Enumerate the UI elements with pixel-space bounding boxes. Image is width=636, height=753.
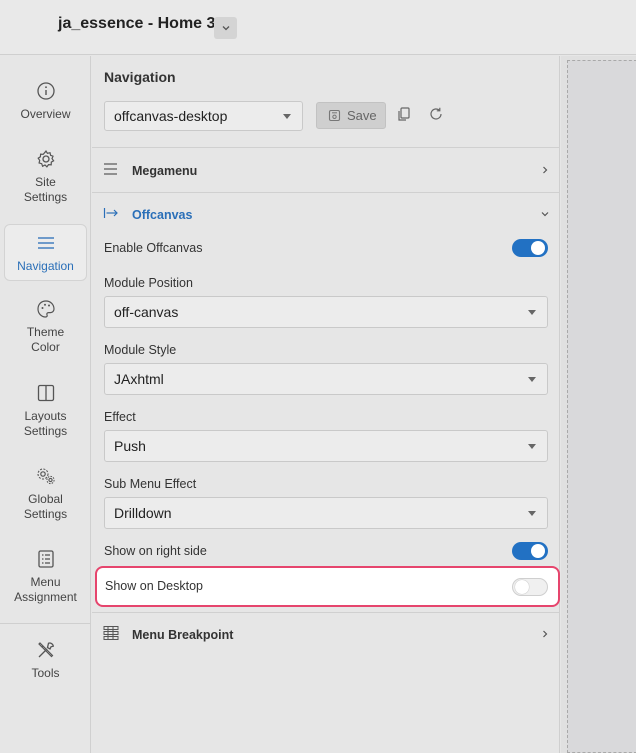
list-icon — [37, 550, 54, 568]
caret-down-icon — [528, 444, 536, 449]
right-side-toggle[interactable] — [512, 542, 548, 560]
sub-menu-effect-label: Sub Menu Effect — [104, 477, 197, 491]
sidebar-item-label: Tools — [31, 666, 60, 680]
module-style-select[interactable]: JAxhtml — [104, 363, 548, 395]
sidebar-item-label: Menu Assignment — [14, 575, 77, 604]
sidebar-item-label: Global Settings — [23, 492, 68, 521]
copy-icon[interactable] — [396, 106, 412, 122]
caret-down-icon — [528, 377, 536, 382]
save-label: Save — [347, 108, 377, 123]
palette-icon — [36, 300, 55, 318]
sidebar-item-tools[interactable]: Tools — [4, 639, 87, 681]
section-menu-breakpoint[interactable]: Menu Breakpoint — [92, 612, 560, 656]
chevron-right-icon — [543, 166, 548, 174]
caret-down-icon — [528, 511, 536, 516]
sidebar-item-label: Navigation — [17, 259, 74, 273]
show-on-desktop-toggle[interactable] — [512, 578, 548, 596]
effect-label: Effect — [104, 410, 136, 424]
save-button[interactable]: Save — [316, 102, 386, 129]
module-position-select[interactable]: off-canvas — [104, 296, 548, 328]
top-bar: ja_essence - Home 3 — [0, 0, 636, 55]
navigation-panel: Navigation offcanvas-desktop Save Megame… — [92, 56, 560, 753]
caret-down-icon — [283, 114, 291, 119]
effect-value: Push — [114, 438, 146, 454]
info-icon — [36, 82, 55, 100]
section-label: Offcanvas — [132, 208, 193, 222]
effect-select[interactable]: Push — [104, 430, 548, 462]
gears-icon — [36, 468, 55, 485]
sidebar-item-overview[interactable]: Overview — [4, 80, 87, 122]
menu-select[interactable]: offcanvas-desktop — [104, 101, 303, 131]
panel-title: Navigation — [104, 69, 176, 85]
breakpoint-icon — [103, 626, 119, 640]
sidebar-item-site-settings[interactable]: Site Settings — [4, 148, 87, 205]
enable-offcanvas-toggle[interactable] — [512, 239, 548, 257]
right-side-label: Show on right side — [104, 544, 207, 558]
show-on-desktop-row: Show on Desktop — [95, 566, 560, 607]
template-dropdown-button[interactable] — [214, 17, 237, 39]
sidebar: Overview Site Settings Navigation Theme Co… — [0, 56, 91, 753]
chevron-right-icon — [543, 630, 548, 638]
toggle-knob — [515, 580, 529, 594]
menu-icon — [104, 163, 117, 175]
preview-area — [561, 56, 636, 753]
sidebar-item-global-settings[interactable]: Global Settings — [4, 465, 87, 522]
sidebar-divider — [0, 623, 91, 624]
enable-offcanvas-label: Enable Offcanvas — [104, 241, 203, 255]
module-position-value: off-canvas — [114, 304, 179, 320]
sidebar-item-label: Layouts Settings — [23, 409, 68, 438]
toggle-knob — [531, 544, 545, 558]
sidebar-item-label: Overview — [20, 107, 71, 121]
section-label: Megamenu — [132, 164, 198, 178]
gear-icon — [36, 149, 54, 168]
module-position-label: Module Position — [104, 276, 193, 290]
module-style-label: Module Style — [104, 343, 177, 357]
menu-icon — [37, 237, 54, 249]
module-style-value: JAxhtml — [114, 371, 164, 387]
arrow-to-right-icon — [103, 208, 118, 218]
save-icon — [328, 109, 341, 122]
preview-frame — [567, 60, 636, 753]
section-label: Menu Breakpoint — [132, 628, 234, 642]
sidebar-item-layouts-settings[interactable]: Layouts Settings — [4, 382, 87, 439]
panel-header: Navigation offcanvas-desktop Save — [92, 56, 560, 148]
sub-menu-effect-value: Drilldown — [114, 505, 172, 521]
chevron-down-icon — [222, 26, 229, 31]
sidebar-item-navigation[interactable]: Navigation — [4, 224, 87, 281]
tools-icon — [37, 642, 54, 658]
sidebar-item-label: Theme Color — [26, 325, 65, 354]
refresh-icon[interactable] — [428, 106, 444, 122]
layout-icon — [37, 384, 54, 402]
menu-select-value: offcanvas-desktop — [114, 108, 228, 124]
section-megamenu[interactable]: Megamenu — [92, 149, 560, 193]
template-title: ja_essence - Home 3 — [58, 15, 216, 32]
chevron-down-icon — [541, 212, 549, 217]
sub-menu-effect-select[interactable]: Drilldown — [104, 497, 548, 529]
section-offcanvas[interactable]: Offcanvas — [92, 193, 560, 237]
toggle-knob — [531, 241, 545, 255]
caret-down-icon — [528, 310, 536, 315]
sidebar-item-label: Site Settings — [23, 175, 68, 204]
show-on-desktop-label: Show on Desktop — [105, 579, 203, 593]
sidebar-item-theme-color[interactable]: Theme Color — [4, 298, 87, 355]
sidebar-item-menu-assignment[interactable]: Menu Assignment — [4, 548, 87, 605]
